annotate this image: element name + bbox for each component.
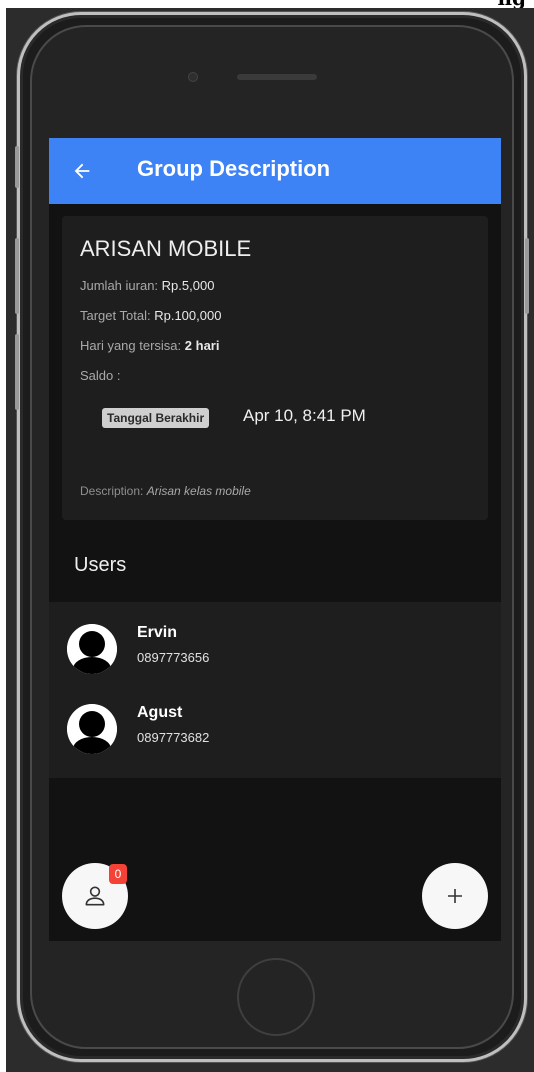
phone-side-button-volume-up [15, 238, 19, 314]
user-name: Ervin [137, 624, 178, 641]
description-row: Description: Arisan kelas mobile [80, 484, 251, 498]
jumlah-iuran-label: Jumlah iuran: [80, 278, 159, 293]
user-phone: 0897773656 [137, 650, 210, 665]
members-badge: 0 [109, 864, 127, 884]
add-button[interactable] [422, 863, 488, 929]
description-label: Description: [80, 484, 144, 498]
target-total-label: Target Total: [80, 308, 151, 323]
saldo-row: Saldo : [80, 368, 120, 383]
target-total-value: Rp.100,000 [154, 308, 222, 323]
plus-icon [448, 889, 462, 903]
avatar [67, 704, 117, 754]
phone-side-button-mute [15, 146, 19, 188]
avatar [67, 624, 117, 674]
group-name: ARISAN MOBILE [80, 236, 252, 261]
user-name: Agust [137, 704, 183, 721]
person-avatar-icon [67, 624, 117, 674]
jumlah-iuran-row: Jumlah iuran: Rp.5,000 [80, 278, 214, 293]
end-date-chip: Tanggal Berakhir [102, 408, 210, 428]
hari-tersisa-row: Hari yang tersisa: 2 hari [80, 338, 219, 353]
earpiece-speaker [237, 74, 317, 80]
group-info-card: ARISAN MOBILE Jumlah iuran: Rp.5,000 Tar… [62, 216, 488, 520]
app-bar: Group Description [49, 138, 501, 204]
hari-tersisa-label: Hari yang tersisa: [80, 338, 182, 353]
user-list: Ervin 0897773656 Agust 0897773682 [49, 602, 501, 778]
page-title: Group Description [137, 156, 331, 181]
back-button[interactable] [67, 156, 97, 186]
target-total-row: Target Total: Rp.100,000 [80, 308, 221, 323]
person-avatar-icon [67, 704, 117, 754]
home-button[interactable] [237, 958, 315, 1036]
saldo-label: Saldo : [80, 368, 121, 383]
users-section-title: Users [74, 554, 127, 576]
jumlah-iuran-value: Rp.5,000 [161, 278, 215, 293]
user-phone: 0897773682 [137, 730, 210, 745]
user-list-item[interactable]: Agust 0897773682 [49, 682, 501, 762]
end-date-value: Apr 10, 8:41 PM [243, 406, 366, 425]
user-list-item[interactable]: Ervin 0897773656 [49, 602, 501, 682]
phone-side-button-power [525, 238, 529, 314]
arrow-left-icon [74, 163, 90, 179]
front-camera [188, 72, 198, 82]
person-icon [85, 886, 105, 906]
phone-side-button-volume-down [15, 334, 19, 410]
hari-tersisa-value: 2 hari [184, 338, 220, 353]
app-screen: Group Description ARISAN MOBILE Jumlah i… [49, 138, 501, 941]
description-value: Arisan kelas mobile [146, 484, 251, 498]
